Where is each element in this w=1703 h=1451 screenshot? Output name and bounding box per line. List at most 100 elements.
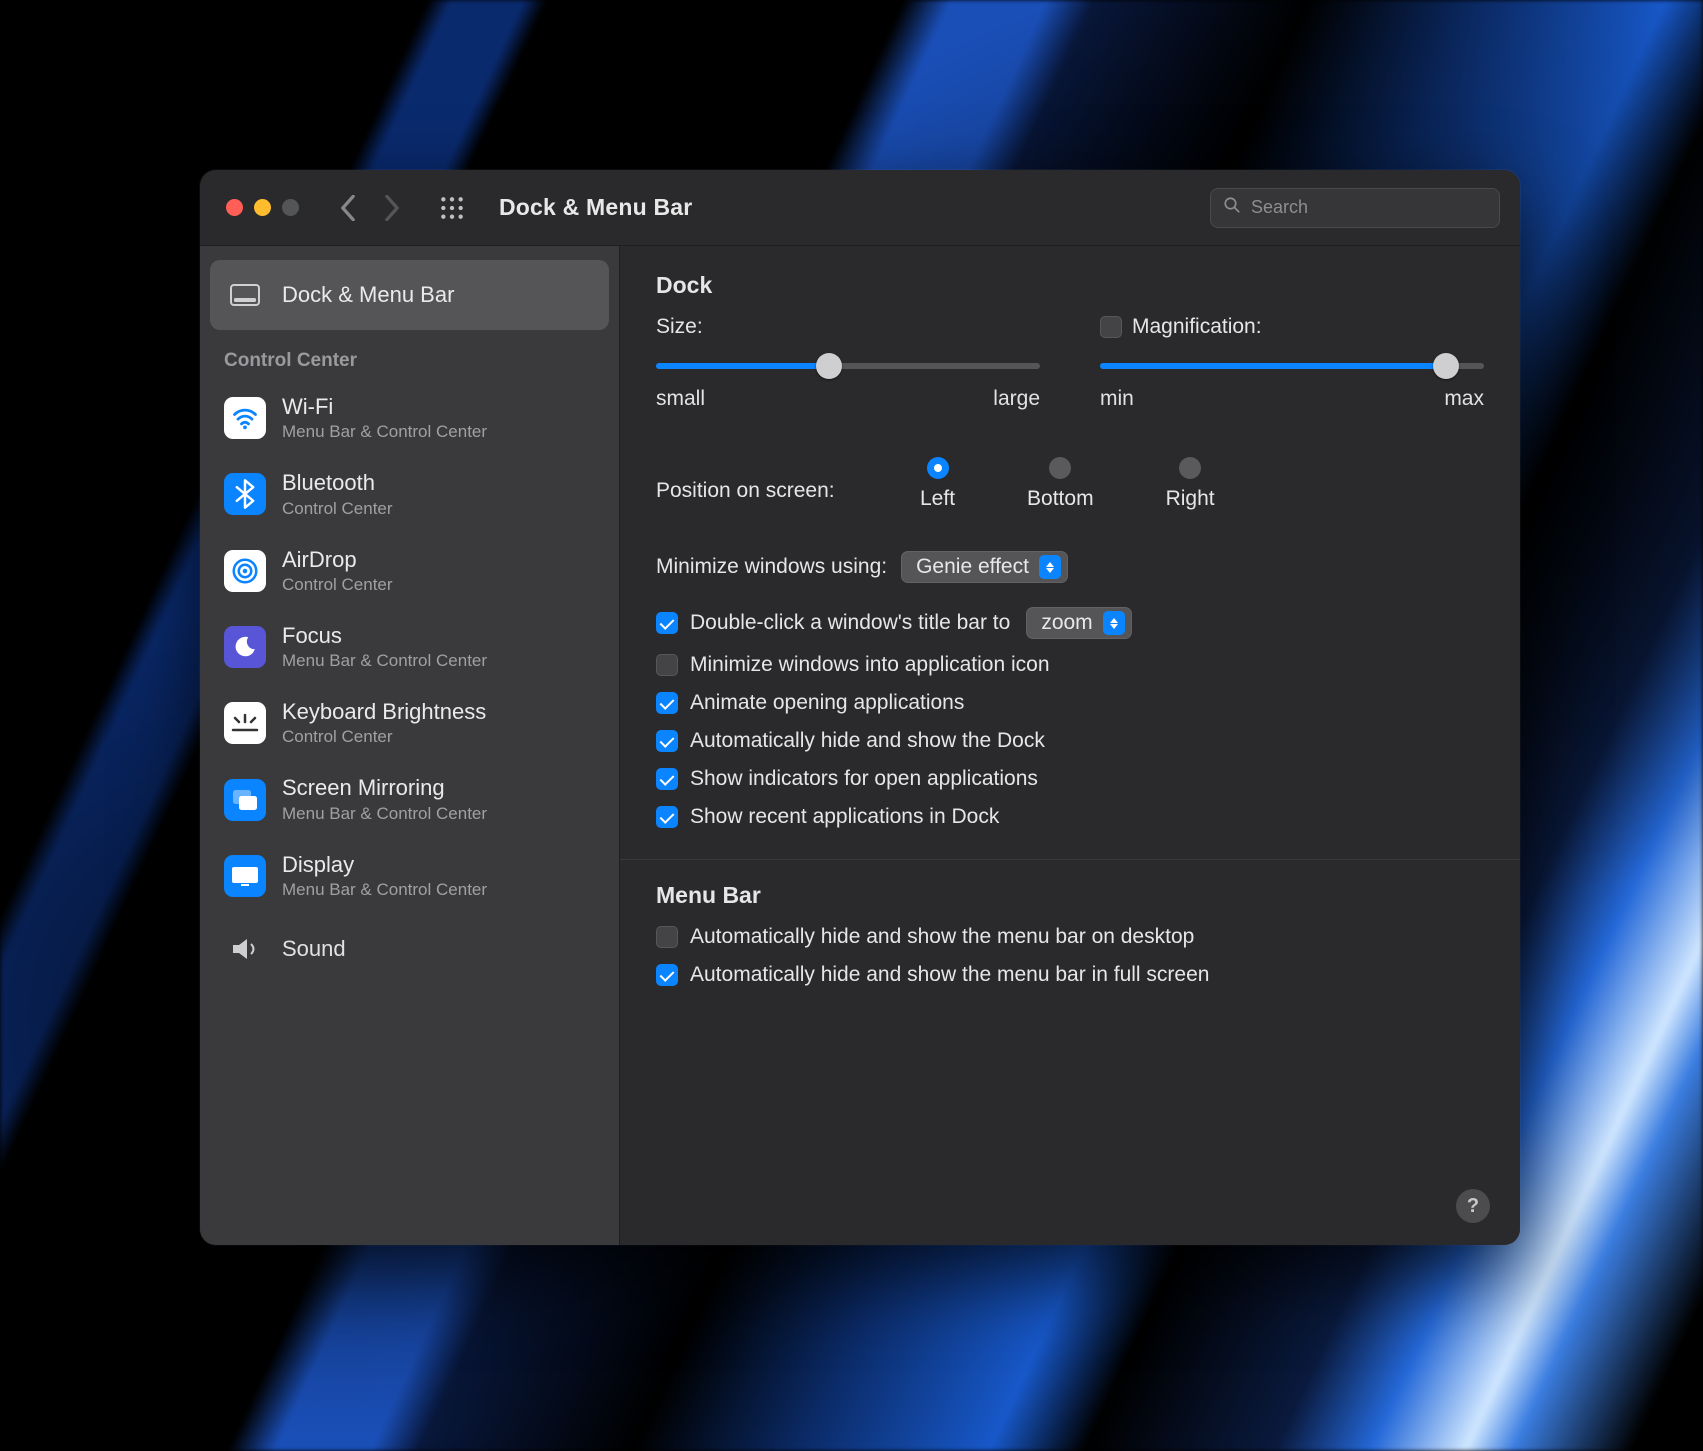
position-option-bottom[interactable]: Bottom bbox=[1027, 457, 1094, 511]
magnification-slider[interactable] bbox=[1100, 355, 1484, 377]
size-control: Size: small large bbox=[656, 315, 1040, 411]
dock-heading: Dock bbox=[656, 272, 1484, 299]
sidebar-section-header: Control Center bbox=[210, 330, 609, 380]
focus-icon bbox=[224, 626, 266, 668]
window-title: Dock & Menu Bar bbox=[499, 194, 1198, 221]
show-all-button[interactable] bbox=[439, 195, 465, 221]
sidebar-item-sound[interactable]: Sound bbox=[210, 914, 609, 984]
sidebar: Dock & Menu Bar Control Center Wi-Fi Men… bbox=[200, 246, 620, 1245]
dropdown-stepper-icon bbox=[1039, 555, 1061, 579]
sidebar-item-airdrop[interactable]: AirDrop Control Center bbox=[210, 533, 609, 609]
sidebar-item-keyboard-brightness[interactable]: Keyboard Brightness Control Center bbox=[210, 685, 609, 761]
search-icon bbox=[1223, 196, 1241, 219]
sidebar-item-sublabel: Menu Bar & Control Center bbox=[282, 651, 487, 671]
show-indicators-checkbox[interactable] bbox=[656, 768, 678, 790]
sidebar-item-label: Display bbox=[282, 852, 487, 877]
minimize-into-icon-checkbox[interactable] bbox=[656, 654, 678, 676]
dropdown-value: Genie effect bbox=[916, 555, 1029, 579]
wifi-icon bbox=[224, 397, 266, 439]
sidebar-item-label: Sound bbox=[282, 936, 346, 961]
forward-button bbox=[383, 195, 401, 221]
minimize-button[interactable] bbox=[254, 199, 271, 216]
window-controls bbox=[226, 199, 299, 216]
menubar-autohide-fullscreen-label: Automatically hide and show the menu bar… bbox=[690, 963, 1209, 987]
autohide-dock-label: Automatically hide and show the Dock bbox=[690, 729, 1045, 753]
magnification-label: Magnification: bbox=[1132, 315, 1262, 339]
menubar-autohide-fullscreen-checkbox[interactable] bbox=[656, 964, 678, 986]
doubleclick-action-dropdown[interactable]: zoom bbox=[1026, 607, 1131, 639]
content-pane: Dock Size: small large bbox=[620, 246, 1520, 1245]
radio-label: Left bbox=[920, 487, 955, 511]
menubar-heading: Menu Bar bbox=[656, 882, 1484, 909]
close-button[interactable] bbox=[226, 199, 243, 216]
radio-right[interactable] bbox=[1179, 457, 1201, 479]
minimize-into-icon-label: Minimize windows into application icon bbox=[690, 653, 1050, 677]
sidebar-item-screen-mirroring[interactable]: Screen Mirroring Menu Bar & Control Cent… bbox=[210, 761, 609, 837]
sidebar-item-label: Dock & Menu Bar bbox=[282, 282, 454, 307]
sidebar-item-display[interactable]: Display Menu Bar & Control Center bbox=[210, 838, 609, 914]
sidebar-item-sublabel: Control Center bbox=[282, 575, 393, 595]
sidebar-item-sublabel: Menu Bar & Control Center bbox=[282, 422, 487, 442]
magnification-checkbox[interactable] bbox=[1100, 316, 1122, 338]
animate-opening-checkbox[interactable] bbox=[656, 692, 678, 714]
sidebar-item-label: Bluetooth bbox=[282, 470, 393, 495]
sidebar-item-label: Wi-Fi bbox=[282, 394, 487, 419]
sidebar-item-sublabel: Menu Bar & Control Center bbox=[282, 880, 487, 900]
sidebar-item-sublabel: Control Center bbox=[282, 499, 393, 519]
radio-left[interactable] bbox=[927, 457, 949, 479]
sidebar-item-label: Focus bbox=[282, 623, 487, 648]
show-recent-checkbox[interactable] bbox=[656, 806, 678, 828]
sidebar-item-label: Keyboard Brightness bbox=[282, 699, 486, 724]
screen-mirroring-icon bbox=[224, 779, 266, 821]
position-option-right[interactable]: Right bbox=[1166, 457, 1215, 511]
sidebar-item-label: AirDrop bbox=[282, 547, 393, 572]
search-input[interactable] bbox=[1251, 197, 1487, 218]
sidebar-item-sublabel: Menu Bar & Control Center bbox=[282, 804, 487, 824]
radio-label: Right bbox=[1166, 487, 1215, 511]
keyboard-brightness-icon bbox=[224, 702, 266, 744]
mag-max-label: max bbox=[1444, 387, 1484, 411]
display-icon bbox=[224, 855, 266, 897]
size-min-label: small bbox=[656, 387, 705, 411]
sidebar-item-label: Screen Mirroring bbox=[282, 775, 487, 800]
nav-controls bbox=[339, 195, 401, 221]
dock-menubar-icon bbox=[224, 274, 266, 316]
sidebar-item-dock-menubar[interactable]: Dock & Menu Bar bbox=[210, 260, 609, 330]
back-button[interactable] bbox=[339, 195, 357, 221]
divider bbox=[620, 859, 1520, 860]
minimize-using-label: Minimize windows using: bbox=[656, 555, 887, 579]
dropdown-value: zoom bbox=[1041, 611, 1092, 635]
sidebar-item-focus[interactable]: Focus Menu Bar & Control Center bbox=[210, 609, 609, 685]
doubleclick-titlebar-label: Double-click a window's title bar to bbox=[690, 611, 1010, 635]
preferences-window: Dock & Menu Bar Dock & Menu Bar Control … bbox=[200, 170, 1520, 1245]
sidebar-item-sublabel: Control Center bbox=[282, 727, 486, 747]
help-button[interactable]: ? bbox=[1456, 1189, 1490, 1223]
bluetooth-icon bbox=[224, 473, 266, 515]
position-radiogroup: Left Bottom Right bbox=[920, 457, 1215, 511]
position-label: Position on screen: bbox=[656, 457, 886, 503]
magnification-control: Magnification: min max bbox=[1100, 315, 1484, 411]
size-slider[interactable] bbox=[656, 355, 1040, 377]
size-max-label: large bbox=[993, 387, 1040, 411]
search-box[interactable] bbox=[1210, 188, 1500, 228]
sidebar-item-wifi[interactable]: Wi-Fi Menu Bar & Control Center bbox=[210, 380, 609, 456]
mag-min-label: min bbox=[1100, 387, 1134, 411]
radio-label: Bottom bbox=[1027, 487, 1094, 511]
menubar-autohide-desktop-checkbox[interactable] bbox=[656, 926, 678, 948]
airdrop-icon bbox=[224, 550, 266, 592]
zoom-button bbox=[282, 199, 299, 216]
titlebar: Dock & Menu Bar bbox=[200, 170, 1520, 246]
doubleclick-titlebar-checkbox[interactable] bbox=[656, 612, 678, 634]
sidebar-item-bluetooth[interactable]: Bluetooth Control Center bbox=[210, 456, 609, 532]
radio-bottom[interactable] bbox=[1049, 457, 1071, 479]
dropdown-stepper-icon bbox=[1103, 611, 1125, 635]
window-body: Dock & Menu Bar Control Center Wi-Fi Men… bbox=[200, 246, 1520, 1245]
show-recent-label: Show recent applications in Dock bbox=[690, 805, 999, 829]
minimize-using-dropdown[interactable]: Genie effect bbox=[901, 551, 1068, 583]
autohide-dock-checkbox[interactable] bbox=[656, 730, 678, 752]
sound-icon bbox=[224, 928, 266, 970]
menubar-autohide-desktop-label: Automatically hide and show the menu bar… bbox=[690, 925, 1194, 949]
show-indicators-label: Show indicators for open applications bbox=[690, 767, 1038, 791]
position-option-left[interactable]: Left bbox=[920, 457, 955, 511]
size-label: Size: bbox=[656, 315, 703, 339]
